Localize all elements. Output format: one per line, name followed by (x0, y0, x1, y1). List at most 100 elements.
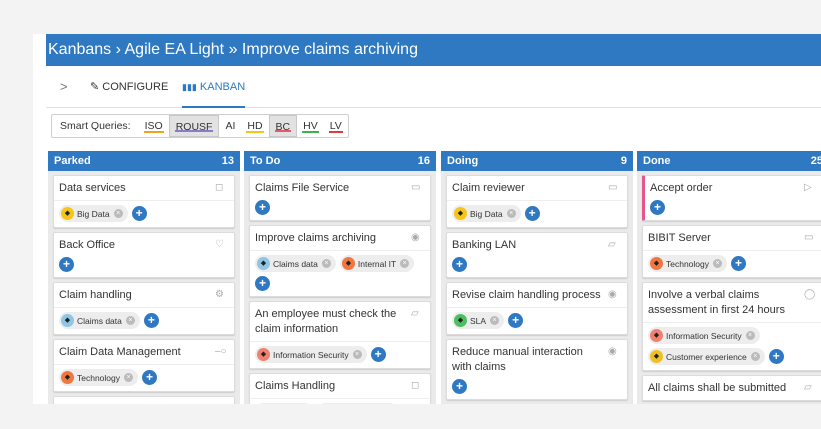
tag-pill[interactable]: ◆ Big Data × (452, 205, 521, 222)
add-tag-button[interactable]: + (650, 200, 665, 215)
add-tag-button[interactable]: + (524, 206, 540, 221)
card-tags: + (447, 379, 627, 399)
tag-icon: ◆ (257, 348, 270, 361)
kanban-card[interactable]: All claims shall be submitted ▱ (642, 375, 821, 401)
add-tag-button[interactable]: + (452, 257, 467, 272)
target-icon: ◉ (608, 346, 617, 357)
remove-tag-icon[interactable]: × (750, 352, 760, 361)
kanban-column-done: Done 25 Accept order ▷ + BIBIT Server ▭ ◆ Techno… (637, 151, 821, 404)
expand-chevron-icon[interactable]: > (60, 66, 68, 108)
card-tags: ◆ Big Data × + (447, 200, 627, 227)
kanban-card[interactable]: Claims File Service ▭ + (249, 175, 431, 221)
tag-pill[interactable]: ◆ Internal IT × (339, 255, 415, 272)
tag-pill[interactable]: ◆ Big Data × (59, 205, 128, 222)
kanban-card[interactable]: Claim handling ⚙ ◆ Claims data × + (53, 282, 235, 335)
card-tags: + (645, 200, 821, 220)
tag-pill[interactable]: ◆Claims data× (317, 403, 399, 404)
add-tag-button[interactable]: + (731, 256, 747, 271)
kanban-card[interactable]: Data services ◻ ◆ Big Data × + (53, 175, 235, 228)
kanban-card[interactable]: Claim Data Management –○ ◆ Technology × + (53, 339, 235, 392)
smart-query-iso[interactable]: ISO (139, 115, 169, 137)
add-tag-button[interactable]: + (452, 379, 467, 394)
tab-configure[interactable]: ✎ CONFIGURE (90, 66, 168, 108)
tag-pill[interactable]: ◆Claims data× (59, 312, 140, 329)
kanban-card[interactable]: Reduce manual interaction with claims ◉ + (446, 339, 628, 400)
tag-pill[interactable]: ◆ Customer experience × (648, 348, 765, 365)
add-tag-button[interactable]: + (131, 206, 147, 221)
smart-query-ai[interactable]: AI (219, 115, 241, 137)
column-title: Done (643, 155, 671, 167)
tag-icon: ◆ (650, 257, 663, 270)
card-title: BIBIT Server (648, 232, 711, 244)
smart-queries-bar: Smart Queries: ISO ROUSF AI HD BC HV LV (51, 114, 349, 138)
add-tag-button[interactable]: + (142, 370, 158, 385)
card-tags: + (250, 200, 430, 220)
smart-query-underline (246, 131, 264, 133)
tag-label: Technology (77, 372, 121, 383)
parallelogram-icon: ▱ (804, 382, 812, 393)
kanban-card[interactable]: Claims Handling ◻ ◆Cloud×◆Claims data×+ (249, 373, 431, 404)
add-tag-button[interactable]: + (768, 349, 784, 364)
tab-kanban[interactable]: ▮▮▮ KANBAN (182, 66, 246, 108)
kanban-card[interactable]: Claim reviewer ▭ ◆ Big Data × + (446, 175, 628, 228)
column-title: Parked (54, 155, 91, 167)
gear-icon: ⚙ (215, 289, 224, 300)
add-tag-button[interactable]: + (59, 257, 74, 272)
remove-tag-icon[interactable]: × (506, 209, 516, 218)
remove-tag-icon[interactable]: × (321, 259, 331, 268)
kanban-card[interactable]: Banking LAN ▱ + (446, 232, 628, 278)
smart-query-bc[interactable]: BC (268, 115, 298, 137)
kanban-window: Kanbans › Agile EA Light » Improve claim… (33, 34, 821, 404)
tag-pill[interactable]: ◆ Information Security × (648, 327, 760, 344)
remove-tag-icon[interactable]: × (124, 373, 134, 382)
laptop-icon: ▭ (804, 232, 814, 243)
add-tag-button[interactable]: + (143, 313, 159, 328)
smart-query-rousf[interactable]: ROUSF (168, 115, 220, 137)
smart-query-lv[interactable]: LV (324, 115, 348, 137)
tag-icon: ◆ (61, 207, 74, 220)
remove-tag-icon[interactable]: × (125, 316, 135, 325)
tag-pill[interactable]: ◆ SLA × (452, 312, 505, 329)
column-header: Parked 13 (48, 151, 240, 171)
kanban-card[interactable]: An employee must check the claim informa… (249, 301, 431, 369)
smart-query-hv[interactable]: HV (297, 115, 324, 137)
remove-tag-icon[interactable]: × (400, 259, 410, 268)
tag-pill[interactable]: ◆Claims data× (255, 255, 336, 272)
remove-tag-icon[interactable]: × (490, 316, 500, 325)
parallelogram-icon: ▱ (411, 308, 419, 319)
card-tags: ◆ Technology × + (54, 364, 234, 391)
smart-query-underline (328, 131, 343, 133)
kanban-card[interactable]: Involve a verbal claims assessment in fi… (642, 282, 821, 371)
kanban-card[interactable]: Back Office ♡ + (53, 232, 235, 278)
column-header: Done 25 (637, 151, 821, 171)
tag-pill[interactable]: ◆Cloud× (255, 403, 314, 404)
kanban-card[interactable]: BIBIT Server ▭ ◆ Technology × + (642, 225, 821, 278)
card-tags: ◆ Claims data × + (54, 307, 234, 334)
remove-tag-icon[interactable]: × (713, 259, 723, 268)
card-tags: + (54, 257, 234, 277)
card-title: Claim handling (59, 289, 132, 301)
add-tag-button[interactable]: + (255, 200, 270, 215)
add-tag-button[interactable]: + (508, 313, 524, 328)
remove-tag-icon[interactable]: × (113, 209, 123, 218)
kanban-card[interactable]: Accept order ▷ + (642, 175, 821, 221)
tag-pill[interactable]: ◆ Technology × (59, 369, 139, 386)
tag-icon: ◆ (650, 350, 663, 363)
smart-query-underline (143, 131, 164, 133)
remove-tag-icon[interactable]: × (352, 350, 362, 359)
kanban-column-parked: Parked 13 Data services ◻ ◆ Big Data × + Back Of… (48, 151, 240, 404)
remove-tag-icon[interactable]: × (745, 331, 755, 340)
tag-icon: ◆ (61, 314, 74, 327)
kanban-card[interactable]: Improve claims archiving ◉ ◆ Claims data × ◆ I… (249, 225, 431, 297)
smart-query-hd[interactable]: HD (241, 115, 268, 137)
smart-query-underline (274, 130, 292, 132)
kanban-card[interactable]: Revise claim handling process ◉ ◆ SLA × + (446, 282, 628, 335)
kanban-card[interactable]: Manage order▷ (53, 396, 235, 404)
add-tag-button[interactable]: + (370, 347, 386, 362)
card-title: An employee must check the claim informa… (255, 308, 397, 335)
card-title: Reduce manual interaction with claims (452, 346, 583, 373)
tag-pill[interactable]: ◆ Technology × (648, 255, 728, 272)
card-title: Claim Data Management (59, 346, 181, 358)
add-tag-button[interactable]: + (255, 276, 270, 291)
tag-pill[interactable]: ◆ Information Security × (255, 346, 367, 363)
